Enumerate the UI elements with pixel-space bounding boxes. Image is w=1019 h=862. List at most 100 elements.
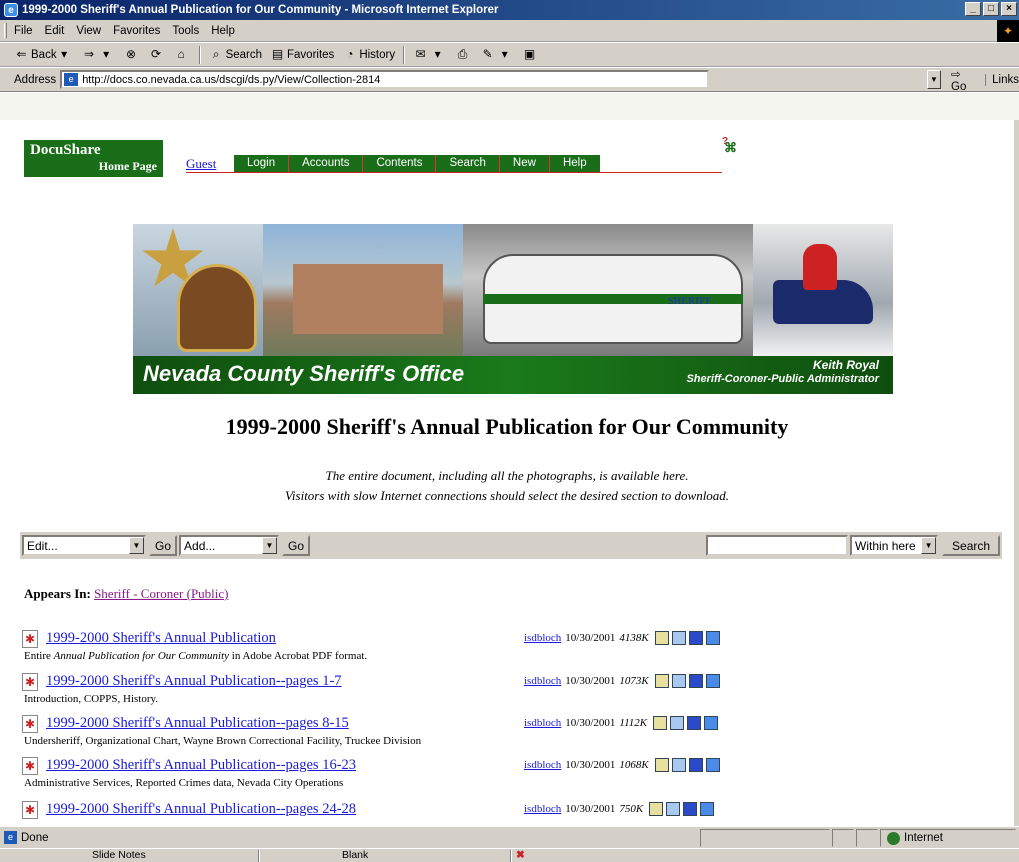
forward-arrow-icon: ⇒ — [84, 47, 95, 61]
document-description: Introduction, COPPS, History. — [24, 693, 159, 705]
pdf-icon[interactable] — [22, 757, 38, 775]
menu-tools[interactable]: Tools — [172, 25, 199, 37]
nav-login[interactable]: Login — [234, 155, 290, 172]
links-button[interactable]: Links — [985, 73, 1019, 86]
document-meta: isdbloch 10/30/2001 750K — [524, 802, 717, 816]
nav-accounts[interactable]: Accounts — [289, 155, 364, 172]
edit-page-button[interactable]: ✎ ▾ — [480, 47, 514, 62]
properties-icon[interactable] — [649, 802, 664, 816]
refresh-button[interactable]: ⟳ — [149, 47, 166, 62]
edit-select[interactable]: Edit... ▼ — [22, 535, 146, 556]
info-icon[interactable] — [704, 716, 719, 730]
minimize-button[interactable]: _ — [965, 2, 981, 16]
document-title-link[interactable]: 1999-2000 Sheriff's Annual Publication--… — [46, 715, 349, 732]
info-icon[interactable] — [705, 758, 720, 772]
properties-icon[interactable] — [654, 674, 669, 688]
menu-edit[interactable]: Edit — [45, 25, 65, 37]
search-scope-select[interactable]: Within here ▼ — [850, 535, 939, 556]
status-bar: e Done Internet — [0, 826, 1019, 848]
taskbar-item-slide-notes[interactable]: Slide Notes — [92, 849, 146, 861]
edit-properties-icon[interactable] — [671, 631, 686, 645]
home-button[interactable]: ⌂ — [174, 47, 191, 62]
pdf-icon[interactable] — [22, 715, 38, 733]
document-date: 10/30/2001 — [565, 759, 616, 771]
document-title-link[interactable]: 1999-2000 Sheriff's Annual Publication — [46, 630, 276, 647]
info-icon[interactable] — [700, 802, 715, 816]
menu-view[interactable]: View — [76, 25, 101, 37]
discuss-button[interactable]: ▣ — [522, 47, 539, 62]
nav-contents[interactable]: Contents — [363, 155, 437, 172]
refresh-icon: ⟳ — [151, 47, 162, 61]
help-binoculars-icon[interactable]: ? ⌘ — [722, 136, 737, 156]
vertical-scrollbar[interactable] — [1014, 120, 1019, 826]
document-size: 750K — [619, 803, 644, 815]
add-select[interactable]: Add... ▼ — [179, 535, 280, 556]
docushare-home-link[interactable]: DocuShare Home Page — [24, 140, 163, 177]
toolbar-grip[interactable] — [4, 23, 7, 38]
edit-properties-icon[interactable] — [671, 674, 686, 688]
versions-icon[interactable] — [688, 631, 703, 645]
taskbar-item-blank[interactable]: Blank — [342, 849, 368, 861]
properties-icon[interactable] — [654, 631, 669, 645]
pdf-icon[interactable] — [22, 630, 38, 648]
owner-link[interactable]: isdbloch — [524, 717, 561, 729]
menu-help[interactable]: Help — [211, 25, 235, 37]
print-button[interactable]: ⎙ — [455, 47, 472, 62]
pdf-icon[interactable] — [22, 673, 38, 691]
nav-search[interactable]: Search — [436, 155, 500, 172]
owner-link[interactable]: isdbloch — [524, 675, 561, 687]
owner-link[interactable]: isdbloch — [524, 803, 561, 815]
address-go-button[interactable]: ⇨ Go — [951, 67, 977, 93]
search-input[interactable] — [706, 535, 849, 556]
versions-icon[interactable] — [687, 716, 702, 730]
close-icon[interactable]: ✖ — [516, 849, 525, 861]
info-icon[interactable] — [705, 674, 720, 688]
appears-in-link[interactable]: Sheriff - Coroner (Public) — [94, 586, 228, 601]
document-title-link[interactable]: 1999-2000 Sheriff's Annual Publication--… — [46, 757, 356, 774]
search-submit-button[interactable]: Search — [942, 535, 1001, 556]
edit-properties-icon[interactable] — [671, 758, 686, 772]
owner-link[interactable]: isdbloch — [524, 759, 561, 771]
close-button[interactable]: × — [1001, 2, 1017, 16]
search-button[interactable]: ⌕ Search — [209, 47, 262, 62]
history-button[interactable]: ◔ History — [342, 47, 395, 62]
window-title-bar: e 1999-2000 Sheriff's Annual Publication… — [0, 0, 1019, 20]
properties-icon[interactable] — [654, 758, 669, 772]
pdf-icon[interactable] — [22, 801, 38, 819]
menu-favorites[interactable]: Favorites — [113, 25, 160, 37]
favorites-button[interactable]: ▤ Favorites — [270, 47, 334, 62]
nav-new[interactable]: New — [500, 155, 550, 172]
edit-go-button[interactable]: Go — [149, 535, 178, 556]
docushare-home-text: Home Page — [98, 159, 157, 173]
search-icon: ⌕ — [212, 47, 220, 61]
forward-button[interactable]: ⇒ ▾ — [82, 47, 116, 62]
taskbar-divider — [510, 850, 512, 862]
maximize-button[interactable]: □ — [983, 2, 999, 16]
document-title-link[interactable]: 1999-2000 Sheriff's Annual Publication--… — [46, 801, 356, 818]
versions-icon[interactable] — [688, 758, 703, 772]
menu-file[interactable]: File — [14, 25, 33, 37]
address-dropdown-button[interactable]: ▼ — [926, 70, 942, 89]
stop-button[interactable]: ⊗ — [124, 47, 141, 62]
versions-icon[interactable] — [688, 674, 703, 688]
status-panel — [832, 829, 854, 847]
owner-link[interactable]: isdbloch — [524, 632, 561, 644]
nav-help[interactable]: Help — [550, 155, 600, 172]
document-title-link[interactable]: 1999-2000 Sheriff's Annual Publication--… — [46, 673, 342, 690]
edit-properties-icon[interactable] — [666, 802, 681, 816]
page-title: 1999-2000 Sheriff's Annual Publication f… — [225, 414, 789, 439]
mail-button[interactable]: ✉ ▾ — [413, 47, 447, 62]
add-go-button[interactable]: Go — [282, 535, 311, 556]
guest-user-link[interactable]: Guest — [186, 156, 216, 172]
back-button[interactable]: ⇐ Back ▾ — [14, 47, 74, 62]
address-input[interactable]: e http://docs.co.nevada.ca.us/dscgi/ds.p… — [60, 70, 709, 89]
properties-icon[interactable] — [653, 716, 668, 730]
versions-icon[interactable] — [683, 802, 698, 816]
page-icon: e — [64, 73, 79, 86]
info-icon[interactable] — [705, 631, 720, 645]
banner-org-name: Nevada County Sheriff's Office — [143, 361, 465, 386]
edit-properties-icon[interactable] — [670, 716, 685, 730]
windows-logo-icon: ✦ — [997, 20, 1019, 42]
history-icon: ◔ — [346, 47, 354, 61]
nav-underline — [186, 172, 722, 173]
